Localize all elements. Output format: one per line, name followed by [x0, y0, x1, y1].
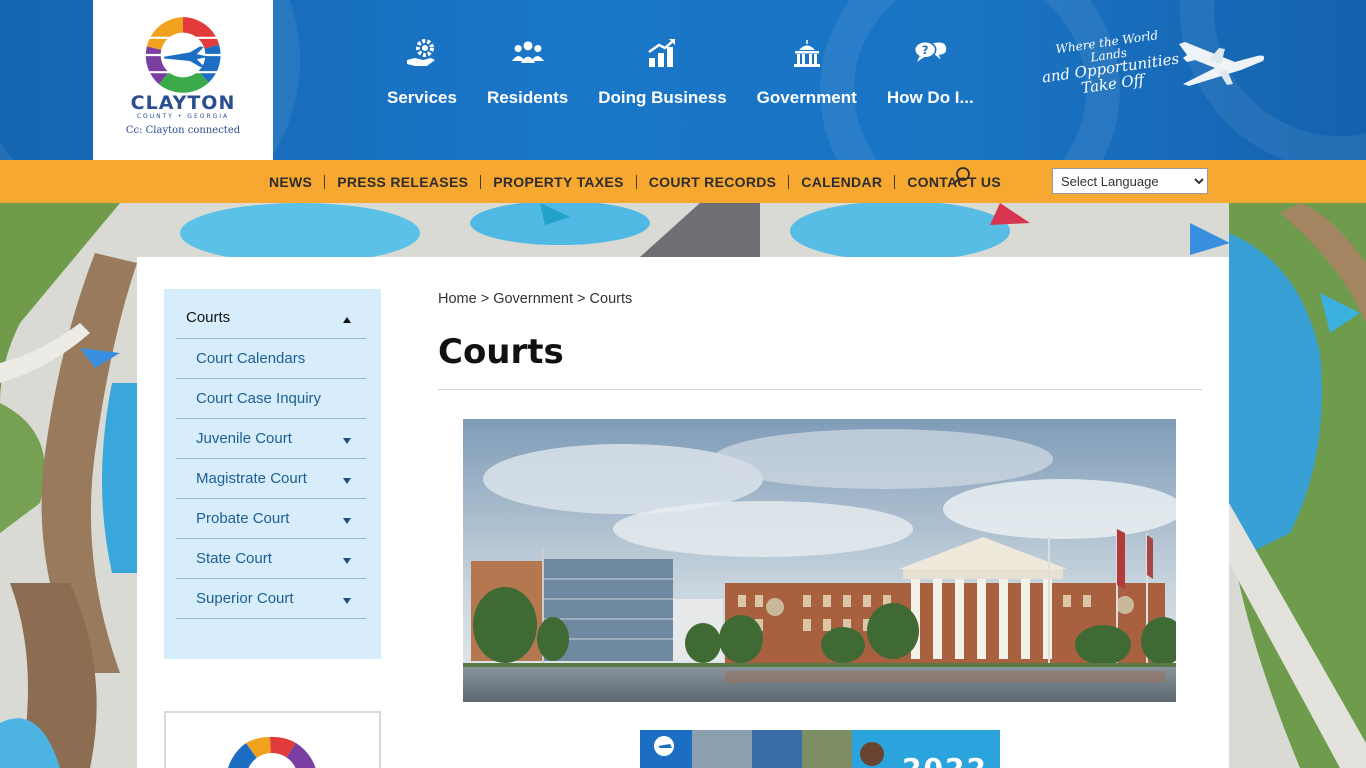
- logo-tagline: Cc: Clayton connected: [125, 125, 241, 136]
- breadcrumb-current: Courts: [589, 291, 633, 307]
- nav-label: Services: [387, 88, 457, 107]
- nav-label: Government: [756, 88, 857, 107]
- utility-link-press-releases[interactable]: PRESS RELEASES: [325, 174, 482, 189]
- site-header: CLAYTON COUNTY • GEORGIA Cc: Clayton con…: [0, 0, 1366, 160]
- courthouse-photo: [463, 419, 1176, 702]
- sidebar-heading-label: Courts: [186, 309, 231, 326]
- capitol-building-icon: [790, 36, 824, 70]
- utility-link-news[interactable]: NEWS: [257, 174, 326, 189]
- site-logo[interactable]: CLAYTON COUNTY • GEORGIA Cc: Clayton con…: [93, 0, 273, 160]
- caret-up-icon[interactable]: [343, 317, 351, 323]
- sidebar-item-label: Court Calendars: [196, 350, 306, 367]
- bar-chart-icon: [645, 36, 679, 70]
- sidebar-item-label: Superior Court: [196, 590, 294, 607]
- breadcrumb-government[interactable]: Government: [493, 291, 573, 307]
- sidebar-logo-card[interactable]: [164, 711, 381, 768]
- sidebar-navigation: Courts Court Calendars Court Case Inquir…: [164, 289, 381, 659]
- nav-how-do-i[interactable]: ? How Do I...: [872, 36, 989, 126]
- breadcrumb-home[interactable]: Home: [438, 291, 477, 307]
- page-title: Courts: [438, 332, 564, 372]
- utility-links: NEWS PRESS RELEASES PROPERTY TAXES COURT…: [257, 160, 1013, 203]
- nav-doing-business[interactable]: Doing Business: [583, 36, 741, 126]
- svg-text:?: ?: [922, 43, 929, 57]
- sidebar-item-label: Probate Court: [196, 510, 290, 527]
- title-divider: [438, 389, 1202, 390]
- caret-down-icon[interactable]: [343, 438, 351, 444]
- sidebar-item-court-case-inquiry[interactable]: Court Case Inquiry: [176, 379, 366, 419]
- sidebar-item-magistrate-court[interactable]: Magistrate Court: [176, 459, 366, 499]
- sidebar-item-label: State Court: [196, 550, 272, 567]
- sidebar-item-state-court[interactable]: State Court: [176, 539, 366, 579]
- globe-plane-logo-icon: [143, 17, 223, 93]
- caret-down-icon[interactable]: [343, 558, 351, 564]
- sidebar-item-label: Court Case Inquiry: [196, 390, 322, 407]
- question-chat-icon: ?: [913, 36, 947, 70]
- airplane-icon: [1179, 42, 1265, 86]
- people-icon: [511, 36, 545, 70]
- nav-services[interactable]: Services: [372, 36, 472, 126]
- utility-link-court-records[interactable]: COURT RECORDS: [637, 174, 790, 189]
- sidebar-item-probate-court[interactable]: Probate Court: [176, 499, 366, 539]
- sidebar-item-court-calendars[interactable]: Court Calendars: [176, 339, 366, 379]
- sidebar-item-label: Magistrate Court: [196, 470, 307, 487]
- promo-banner[interactable]: 2022: [640, 730, 1000, 768]
- nav-label: Doing Business: [598, 88, 727, 107]
- main-navigation: Services Residents Doing Business Govern…: [372, 36, 989, 126]
- breadcrumb: Home > Government > Courts: [438, 291, 632, 307]
- sidebar-item-superior-court[interactable]: Superior Court: [176, 579, 366, 619]
- breadcrumb-separator: >: [480, 291, 490, 307]
- caret-down-icon[interactable]: [343, 478, 351, 484]
- nav-residents[interactable]: Residents: [472, 36, 583, 126]
- promo-year: 2022: [902, 752, 988, 768]
- language-select[interactable]: Select Language: [1052, 168, 1208, 194]
- sidebar-heading-courts[interactable]: Courts: [176, 306, 366, 339]
- search-icon[interactable]: [952, 166, 972, 186]
- caret-down-icon[interactable]: [343, 598, 351, 604]
- logo-wordmark: CLAYTON: [130, 92, 236, 114]
- nav-label: How Do I...: [886, 88, 974, 107]
- sidebar-item-juvenile-court[interactable]: Juvenile Court: [176, 419, 366, 459]
- courthouse-image: [463, 419, 1176, 702]
- utility-link-property-taxes[interactable]: PROPERTY TAXES: [481, 174, 637, 189]
- utility-link-calendar[interactable]: CALENDAR: [789, 174, 896, 189]
- sidebar-item-label: Juvenile Court: [196, 430, 292, 447]
- caret-down-icon[interactable]: [343, 518, 351, 524]
- nav-label: Residents: [486, 88, 569, 107]
- breadcrumb-separator: >: [577, 291, 586, 307]
- logo-subtitle: COUNTY • GEORGIA: [136, 113, 230, 120]
- globe-logo-icon: [228, 736, 316, 768]
- hand-gear-icon: [405, 36, 439, 70]
- nav-government[interactable]: Government: [742, 36, 872, 126]
